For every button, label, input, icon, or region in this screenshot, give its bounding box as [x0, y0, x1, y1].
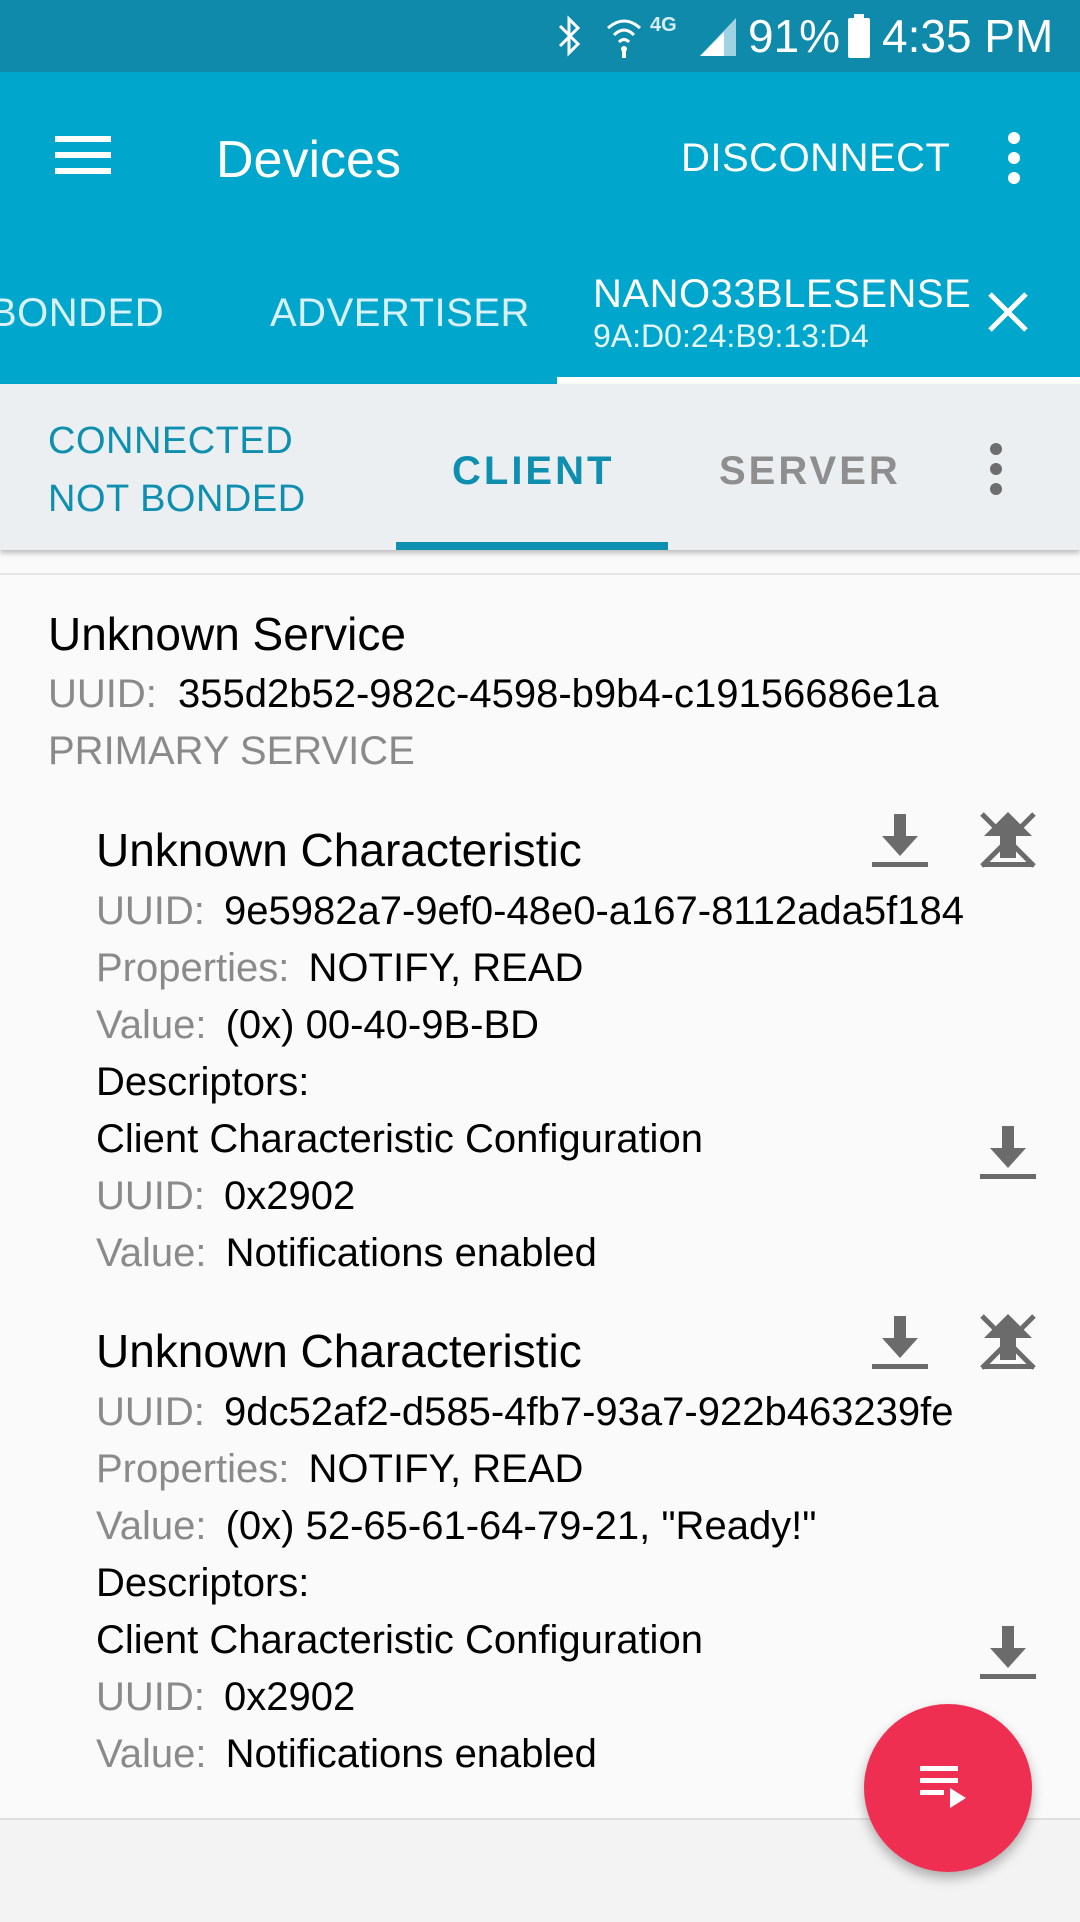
descriptor-uuid-row: UUID: 0x2902: [96, 1168, 355, 1224]
properties-label: Properties:: [96, 946, 290, 990]
uuid-label: UUID:: [96, 1675, 205, 1719]
characteristic-uuid-row: UUID: 9e5982a7-9ef0-48e0-a167-8112ada5f1…: [96, 883, 964, 939]
bluetooth-icon: [558, 15, 581, 57]
battery-percent: 91%: [748, 10, 841, 62]
characteristic-name[interactable]: Unknown Characteristic: [96, 1319, 582, 1383]
status-bar: 4G 91% 4:35 PM: [0, 0, 1080, 72]
descriptor-uuid-row: UUID: 0x2902: [96, 1669, 355, 1725]
characteristic-value: (0x) 00-40-9B-BD: [225, 1003, 540, 1047]
more-vert-icon[interactable]: [982, 440, 1010, 500]
disconnect-button[interactable]: DISCONNECT: [681, 128, 950, 188]
descriptor-value-row: Value: Notifications enabled: [96, 1726, 597, 1782]
playlist-play-icon: [920, 1766, 966, 1808]
characteristic-properties-row: Properties: NOTIFY, READ: [96, 940, 583, 996]
notifications-off-icon[interactable]: [976, 1310, 1040, 1374]
characteristic-uuid: 9dc52af2-d585-4fb7-93a7-922b463239fe: [224, 1390, 954, 1434]
descriptor-value: Notifications enabled: [225, 1732, 597, 1776]
device-tab-indicator: [557, 377, 1080, 384]
characteristic-uuid: 9e5982a7-9ef0-48e0-a167-8112ada5f184: [224, 889, 964, 933]
uuid-label: UUID:: [96, 1390, 205, 1434]
descriptor-value-row: Value: Notifications enabled: [96, 1225, 597, 1281]
download-icon[interactable]: [868, 1310, 932, 1374]
wifi-icon: [607, 19, 641, 58]
service-uuid-row: UUID: 355d2b52-982c-4598-b9b4-c19156686e…: [48, 666, 939, 722]
value-label: Value:: [96, 1732, 207, 1776]
client-tab-indicator: [396, 542, 668, 550]
characteristic-value-row: Value: (0x) 52-65-61-64-79-21, "Ready!": [96, 1498, 817, 1554]
descriptors-label: Descriptors:: [96, 1561, 310, 1605]
page-title: Devices: [216, 131, 401, 189]
download-icon[interactable]: [868, 808, 932, 872]
uuid-label: UUID:: [48, 672, 157, 716]
download-icon[interactable]: [976, 1120, 1040, 1184]
battery-icon: [848, 14, 870, 58]
descriptor-uuid: 0x2902: [224, 1675, 356, 1719]
device-address: 9A:D0:24:B9:13:D4: [593, 318, 869, 354]
value-label: Value:: [96, 1231, 207, 1275]
descriptor-name[interactable]: Client Characteristic Configuration: [96, 1612, 703, 1668]
service-name[interactable]: Unknown Service: [48, 602, 406, 666]
tab-advertiser[interactable]: ADVERTISER: [270, 283, 530, 343]
clock: 4:35 PM: [882, 10, 1054, 62]
bond-state: NOT BONDED: [48, 478, 306, 520]
descriptors-label: Descriptors:: [96, 1060, 310, 1104]
log-fab-button[interactable]: [864, 1704, 1032, 1872]
characteristic-value-row: Value: (0x) 00-40-9B-BD: [96, 997, 539, 1053]
value-label: Value:: [96, 1504, 207, 1548]
characteristic-properties-row: Properties: NOTIFY, READ: [96, 1441, 583, 1497]
more-vert-icon[interactable]: [1000, 128, 1028, 188]
uuid-label: UUID:: [96, 889, 205, 933]
tab-client[interactable]: CLIENT: [452, 441, 614, 501]
device-name: NANO33BLESENSE: [593, 272, 972, 316]
uuid-label: UUID:: [96, 1174, 205, 1218]
signal-icon: [700, 18, 736, 56]
tab-server[interactable]: SERVER: [719, 441, 901, 501]
service-type: PRIMARY SERVICE: [48, 729, 415, 773]
descriptor-name[interactable]: Client Characteristic Configuration: [96, 1111, 703, 1167]
characteristic-properties: NOTIFY, READ: [308, 946, 584, 990]
notifications-off-icon[interactable]: [976, 808, 1040, 872]
descriptor-uuid: 0x2902: [224, 1174, 356, 1218]
tab-bonded[interactable]: BONDED: [0, 283, 164, 343]
network-type-label: 4G: [650, 14, 677, 36]
characteristic-value: (0x) 52-65-61-64-79-21, "Ready!": [225, 1504, 817, 1548]
divider: [0, 573, 1080, 575]
characteristic-properties: NOTIFY, READ: [308, 1447, 584, 1491]
characteristic-name[interactable]: Unknown Characteristic: [96, 818, 582, 882]
close-icon[interactable]: [984, 288, 1032, 336]
characteristic-uuid-row: UUID: 9dc52af2-d585-4fb7-93a7-922b463239…: [96, 1384, 954, 1440]
properties-label: Properties:: [96, 1447, 290, 1491]
value-label: Value:: [96, 1003, 207, 1047]
descriptor-value: Notifications enabled: [225, 1231, 597, 1275]
connection-state: CONNECTED: [48, 420, 294, 462]
service-uuid: 355d2b52-982c-4598-b9b4-c19156686e1a: [178, 672, 939, 716]
menu-icon[interactable]: [52, 130, 114, 180]
download-icon[interactable]: [976, 1620, 1040, 1684]
